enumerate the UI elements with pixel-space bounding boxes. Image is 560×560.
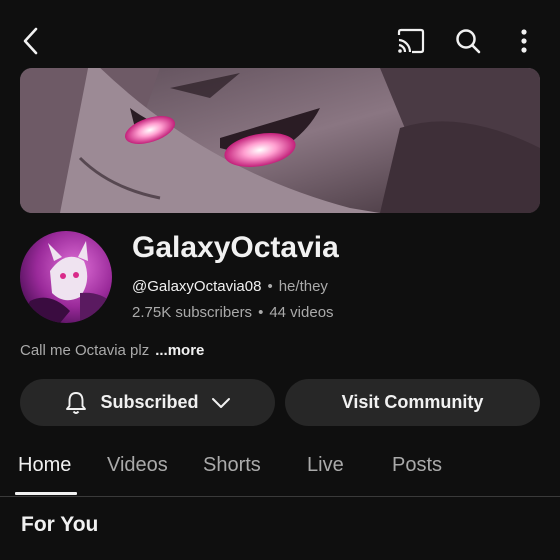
channel-pronouns: he/they	[278, 278, 328, 295]
cast-icon[interactable]	[394, 24, 428, 58]
channel-stats-line: 2.75K subscribers • 44 videos	[132, 304, 334, 321]
back-arrow-icon[interactable]	[14, 24, 48, 58]
subscribed-label: Subscribed	[100, 392, 199, 412]
tab-home[interactable]: Home	[18, 454, 71, 477]
visit-community-button[interactable]: Visit Community	[285, 379, 540, 426]
tab-posts[interactable]: Posts	[392, 454, 442, 477]
tab-live[interactable]: Live	[307, 454, 344, 477]
more-link[interactable]: ...more	[155, 342, 204, 359]
channel-tabs: Home Videos Shorts Live Posts	[0, 440, 560, 497]
chevron-down-icon	[211, 397, 231, 409]
search-icon[interactable]	[451, 24, 485, 58]
separator-dot: •	[267, 278, 273, 295]
channel-name: GalaxyOctavia	[132, 231, 339, 264]
active-tab-indicator	[15, 492, 77, 495]
channel-avatar[interactable]	[20, 231, 112, 323]
tab-videos[interactable]: Videos	[107, 454, 168, 477]
bell-icon	[64, 390, 88, 416]
channel-handle-line: @GalaxyOctavia08 • he/they	[132, 278, 328, 295]
description-text: Call me Octavia plz	[20, 342, 150, 359]
channel-handle: @GalaxyOctavia08	[132, 278, 262, 295]
more-vert-icon[interactable]	[507, 24, 541, 58]
section-title: For You	[21, 513, 99, 536]
video-count: 44 videos	[269, 304, 334, 321]
subscribed-button[interactable]: Subscribed	[20, 379, 275, 426]
channel-description[interactable]: Call me Octavia plz ...more	[20, 342, 204, 359]
channel-banner	[20, 68, 540, 213]
visit-community-label: Visit Community	[341, 392, 484, 412]
subscriber-count: 2.75K subscribers	[132, 304, 253, 321]
tab-shorts[interactable]: Shorts	[203, 454, 261, 477]
separator-dot: •	[258, 304, 264, 321]
